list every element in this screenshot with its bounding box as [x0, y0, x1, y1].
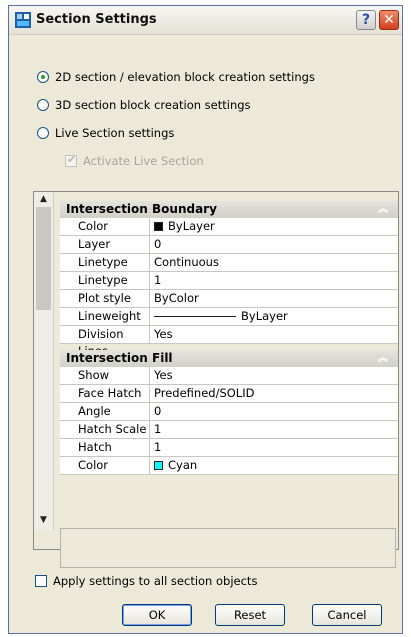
property-name: Plot style: [60, 290, 150, 307]
category-title: Intersection Boundary: [66, 202, 217, 216]
check-icon: ✔: [67, 153, 77, 166]
collapse-icon[interactable]: ︽: [378, 350, 388, 367]
property-value: 0: [154, 404, 162, 418]
property-row[interactable]: Linetype Continuous: [60, 254, 398, 272]
property-value: Yes: [154, 368, 173, 382]
property-name: Hatch Scale: [60, 421, 150, 438]
color-swatch: [154, 461, 163, 470]
close-icon: ✕: [383, 12, 395, 28]
property-value: ByColor: [154, 291, 199, 305]
description-panel: [60, 528, 396, 568]
property-value: 1: [154, 422, 162, 436]
scrollbar-thumb[interactable]: [36, 207, 51, 310]
property-row[interactable]: Color Cyan: [60, 457, 398, 475]
cancel-button[interactable]: Cancel: [312, 604, 382, 626]
category-intersection-boundary[interactable]: Intersection Boundary ︽: [60, 201, 398, 218]
property-name: Angle: [60, 403, 150, 420]
property-value: Cyan: [168, 458, 198, 472]
property-value: Yes: [154, 327, 173, 341]
activate-live-section-checkbox: ✔: [65, 153, 77, 167]
section-settings-dialog: Section Settings ? ✕ 2D section / elevat…: [8, 5, 403, 634]
option-3d-section-label: 3D section block creation settings: [55, 98, 251, 112]
property-row[interactable]: Face Hatch Predefined/SOLID: [60, 385, 398, 403]
property-value: 0: [154, 237, 162, 251]
option-live-section-label: Live Section settings: [55, 126, 175, 140]
property-name: Linetype: [60, 254, 150, 271]
option-live-section[interactable]: Live Section settings: [37, 125, 174, 141]
apply-to-all[interactable]: Apply settings to all section objects: [35, 574, 257, 588]
activate-live-section: ✔ Activate Live Section: [65, 153, 204, 169]
help-icon: ?: [361, 12, 371, 28]
property-row[interactable]: Linetype Scale 1: [60, 272, 398, 304]
title-bar: Section Settings ? ✕: [9, 6, 402, 35]
property-name: Division Lines: [60, 326, 150, 358]
scroll-down-icon[interactable]: ▼: [37, 515, 50, 525]
color-swatch: [154, 222, 163, 231]
property-row[interactable]: Layer 0: [60, 236, 398, 254]
ok-button[interactable]: OK: [122, 604, 192, 626]
property-grid: Intersection Boundary ︽ Color ByLayer Lay…: [60, 201, 398, 475]
property-row[interactable]: Hatch Scale 1: [60, 421, 398, 439]
property-row[interactable]: Division Lines Yes: [60, 326, 398, 358]
property-grid-panel: ▲ ▼ Intersection Boundary ︽ Color ByLayer…: [33, 191, 399, 568]
property-name: Hatch Spacing: [60, 439, 150, 471]
property-row[interactable]: Color ByLayer: [60, 218, 398, 236]
property-value: ByLayer: [168, 219, 215, 233]
help-button[interactable]: ?: [356, 10, 376, 30]
property-value: ByLayer: [241, 309, 288, 323]
lineweight-line-icon: [154, 316, 236, 317]
radio-3d-section[interactable]: [37, 99, 49, 111]
property-name: Color: [60, 457, 150, 474]
collapse-icon[interactable]: ︽: [378, 201, 388, 218]
property-name: Linetype Scale: [60, 272, 150, 304]
property-name: Color: [60, 218, 150, 235]
apply-to-all-checkbox[interactable]: [35, 575, 47, 587]
close-button[interactable]: ✕: [379, 10, 399, 30]
option-2d-section[interactable]: 2D section / elevation block creation se…: [37, 69, 315, 85]
option-3d-section[interactable]: 3D section block creation settings: [37, 97, 251, 113]
radio-2d-section[interactable]: [37, 71, 49, 83]
property-value: 1: [154, 273, 162, 287]
property-value: 1: [154, 440, 162, 454]
dialog-title: Section Settings: [36, 12, 157, 27]
property-value: Continuous: [154, 255, 219, 269]
property-name: Face Hatch: [60, 385, 150, 402]
property-name: Show: [60, 367, 150, 384]
scroll-up-icon[interactable]: ▲: [37, 194, 50, 204]
option-2d-section-label: 2D section / elevation block creation se…: [55, 70, 315, 84]
property-value: Predefined/SOLID: [154, 386, 255, 400]
property-row[interactable]: Plot style ByColor: [60, 290, 398, 308]
property-row[interactable]: Angle 0: [60, 403, 398, 421]
property-row[interactable]: Show Yes: [60, 367, 398, 385]
property-name: Layer: [60, 236, 150, 253]
property-row[interactable]: Hatch Spacing 1: [60, 439, 398, 471]
property-name: Lineweight: [60, 308, 150, 325]
activate-live-section-label: Activate Live Section: [83, 154, 204, 168]
category-intersection-fill[interactable]: Intersection Fill ︽: [60, 350, 398, 367]
reset-button[interactable]: Reset: [215, 604, 285, 626]
section-settings-app-icon: [15, 12, 31, 28]
vertical-scrollbar[interactable]: ▲ ▼: [34, 192, 54, 530]
apply-to-all-label: Apply settings to all section objects: [53, 574, 258, 588]
radio-live-section[interactable]: [37, 127, 49, 139]
category-title: Intersection Fill: [66, 351, 173, 365]
property-row[interactable]: Lineweight ByLayer: [60, 308, 398, 326]
